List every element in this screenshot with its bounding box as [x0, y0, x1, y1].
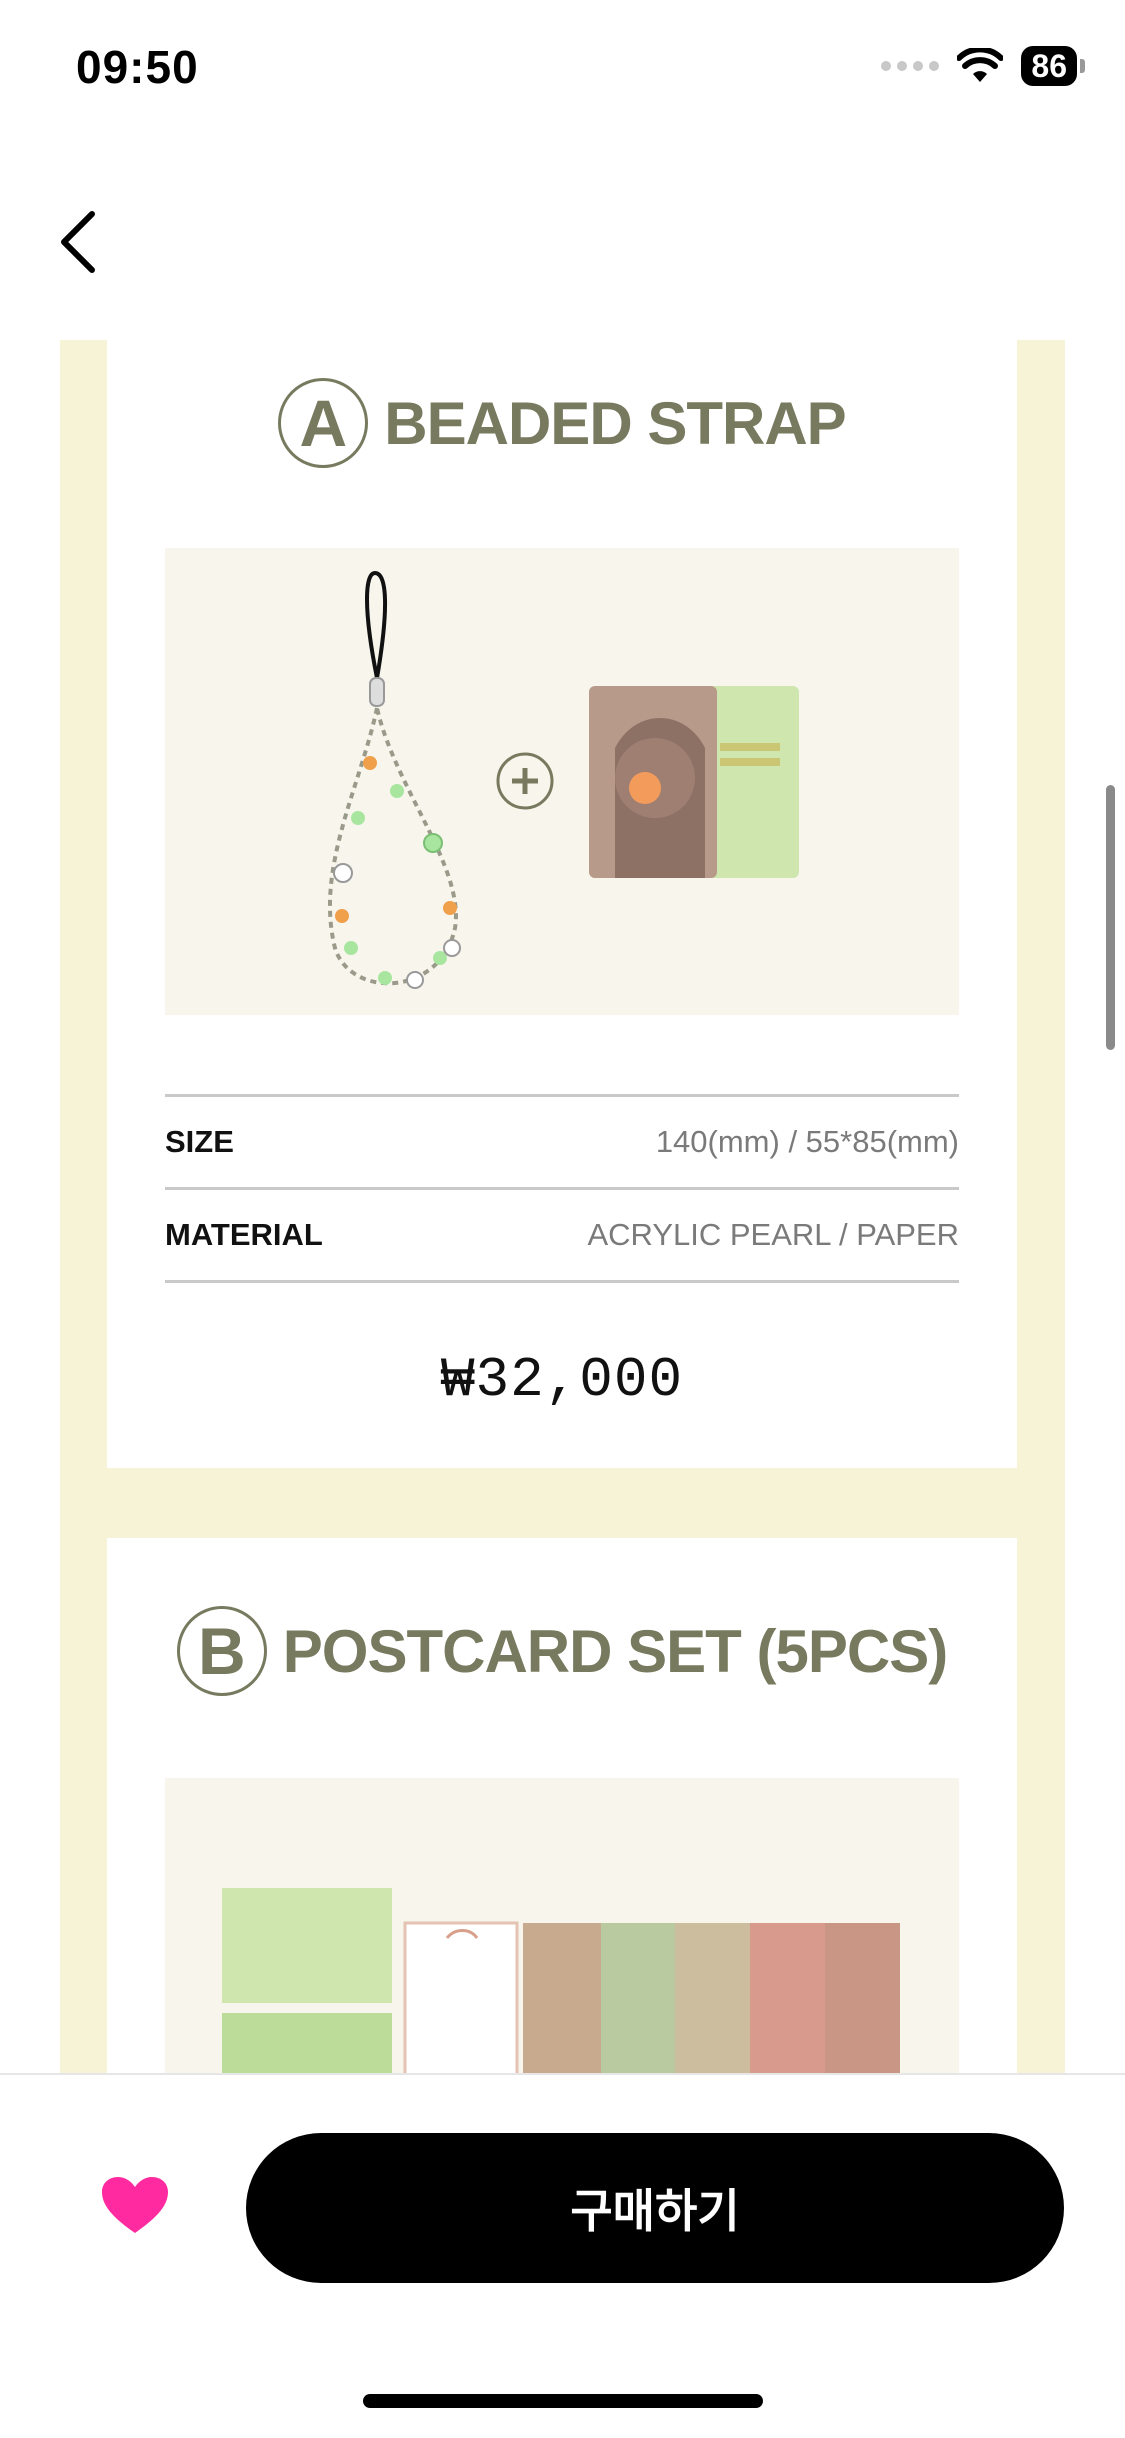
- spec-row-material: MATERIAL ACRYLIC PEARL / PAPER: [165, 1190, 959, 1283]
- section-letter-badge: B: [176, 1606, 267, 1696]
- chevron-left-icon: [61, 211, 95, 273]
- postcard-set-illustration: [222, 1888, 900, 2075]
- section-card-a: A BEADED STRAP SIZE 140(mm) / 55*85(mm) …: [107, 340, 1017, 1468]
- cellular-signal-icon: [881, 61, 940, 71]
- spec-label: MATERIAL: [165, 1217, 323, 1252]
- status-time: 09:50: [76, 41, 199, 93]
- section-title-text: POSTCARD SET (5PCS): [282, 1617, 948, 1685]
- scrollbar[interactable]: [1106, 785, 1115, 1050]
- top-nav: [0, 140, 1125, 340]
- strap-and-card-illustration: [327, 570, 799, 989]
- section-card-b: B POSTCARD SET (5PCS): [107, 1538, 1017, 2075]
- postcard-set-product-image: [165, 1778, 959, 2075]
- section-letter-badge: A: [278, 378, 369, 468]
- product-detail-content[interactable]: A BEADED STRAP SIZE 140(mm) / 55*85(mm) …: [0, 340, 1125, 2075]
- section-title-text: BEADED STRAP: [384, 389, 846, 457]
- section-title-a: A BEADED STRAP: [107, 378, 1017, 468]
- spec-value: ACRYLIC PEARL / PAPER: [587, 1217, 959, 1252]
- battery-icon: 86: [1021, 46, 1085, 86]
- home-indicator[interactable]: [363, 2394, 763, 2408]
- section-title-b: B POSTCARD SET (5PCS): [107, 1606, 1017, 1696]
- bottom-action-bar: 구매하기: [0, 2073, 1125, 2438]
- beaded-strap-product-image: [165, 548, 959, 1015]
- back-button[interactable]: [50, 202, 110, 282]
- status-bar: 09:50 86: [0, 0, 1125, 140]
- heart-icon: [102, 2177, 168, 2233]
- spec-table: SIZE 140(mm) / 55*85(mm) MATERIAL ACRYLI…: [165, 1094, 959, 1283]
- product-price: ₩32,000: [440, 1348, 684, 1412]
- spec-row-size: SIZE 140(mm) / 55*85(mm): [165, 1097, 959, 1190]
- spec-value: 140(mm) / 55*85(mm): [655, 1124, 959, 1159]
- battery-level: 86: [1021, 46, 1077, 86]
- like-button[interactable]: [100, 2175, 170, 2237]
- buy-button[interactable]: 구매하기: [246, 2133, 1064, 2283]
- status-icons: 86: [881, 46, 1085, 86]
- spec-label: SIZE: [165, 1124, 234, 1159]
- wifi-icon: [957, 48, 1004, 82]
